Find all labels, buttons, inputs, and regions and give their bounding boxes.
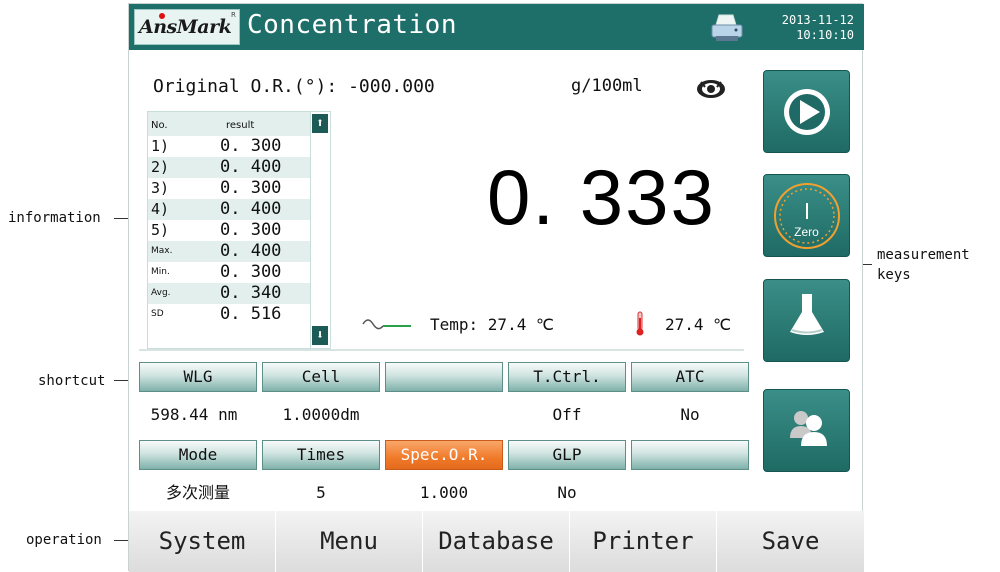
result-row-label: Avg. — [151, 288, 171, 298]
scroll-up-button[interactable]: ⬆ — [312, 114, 328, 133]
atc-value: No — [680, 405, 700, 424]
zero-dial-icon — [774, 183, 840, 249]
datetime: 2013-11-12 10:10:10 — [782, 13, 854, 43]
result-row-min: Min. 0. 300 — [148, 262, 310, 283]
callout-shortcut: shortcut — [38, 373, 106, 389]
page-title: Concentration — [247, 10, 457, 40]
callout-measurement-keys: measurement keys — [877, 246, 1000, 284]
zero-button[interactable]: Zero — [763, 174, 850, 257]
result-row-value: 0. 300 — [220, 220, 282, 240]
result-row-value: 0. 300 — [220, 262, 282, 282]
result-row-label: 3) — [151, 179, 170, 197]
cell-button[interactable]: Cell — [262, 362, 380, 392]
flask-icon — [790, 294, 824, 335]
times-value: 5 — [316, 483, 326, 502]
printer-button[interactable]: Printer — [570, 511, 717, 572]
start-measure-button[interactable] — [763, 70, 850, 153]
printer-icon[interactable] — [709, 12, 745, 44]
results-scrollbar[interactable] — [310, 112, 331, 348]
temp-control-value: Off — [552, 405, 582, 424]
wlg-button[interactable]: WLG — [139, 362, 257, 392]
title-bar: AnsMark R Concentration 2013-11-12 10:10… — [129, 4, 864, 50]
result-row-value: 0. 300 — [220, 178, 282, 198]
spec-or-value: 1.000 — [419, 483, 469, 502]
blank-shortcut-button-2[interactable] — [631, 440, 749, 470]
zero-label: Zero — [794, 225, 819, 239]
mode-value: 多次测量 — [165, 483, 230, 502]
result-row: 1) 0. 300 — [148, 136, 310, 157]
result-row-value: 0. 400 — [220, 241, 282, 261]
glp-value: No — [557, 483, 577, 502]
callout-measurement-keys-line1: measurement — [877, 247, 970, 263]
callout-measurement-keys-line2: keys — [877, 267, 911, 283]
database-button[interactable]: Database — [423, 511, 570, 572]
date-text: 2013-11-12 — [781, 13, 854, 27]
atc-button[interactable]: ATC — [631, 362, 749, 392]
result-row-max: Max. 0. 400 — [148, 241, 310, 262]
temp-control-button[interactable]: T.Ctrl. — [508, 362, 626, 392]
mode-button[interactable]: Mode — [139, 440, 257, 470]
device-screen: AnsMark R Concentration 2013-11-12 10:10… — [128, 3, 864, 572]
wlg-value: 598.44 nm — [150, 405, 238, 424]
original-optical-rotation: Original O.R.(°): -000.000 — [153, 76, 435, 97]
eye-icon[interactable] — [695, 78, 727, 100]
result-row: 3) 0. 300 — [148, 178, 310, 199]
result-row-label: SD — [151, 309, 164, 319]
blank-shortcut-button[interactable] — [385, 362, 503, 392]
menu-button[interactable]: Menu — [276, 511, 423, 572]
save-button[interactable]: Save — [717, 511, 864, 572]
temperature-label: Temp: 27.4 ℃ — [430, 315, 554, 334]
brand-logo: AnsMark R — [134, 9, 240, 45]
user-button[interactable] — [763, 389, 850, 472]
callout-operation: operation — [26, 532, 102, 548]
cell-value: 1.0000dm — [282, 405, 360, 424]
result-row-label: 2) — [151, 158, 170, 176]
spec-or-button[interactable]: Spec.O.R. — [385, 440, 503, 470]
result-row-sd: SD 0. 516 — [148, 304, 310, 325]
unit-label: g/100ml — [571, 76, 643, 96]
logo-text: AnsMark — [139, 16, 232, 38]
result-row: 4) 0. 400 — [148, 199, 310, 220]
results-header-no: No. — [151, 120, 168, 131]
result-row-label: 4) — [151, 200, 170, 218]
result-row-avg: Avg. 0. 340 — [148, 283, 310, 304]
system-button[interactable]: System — [129, 511, 276, 572]
scroll-down-button[interactable]: ⬇ — [312, 326, 328, 345]
thermometer-icon — [636, 311, 644, 336]
operation-bar: System Menu Database Printer Save — [129, 511, 864, 572]
result-row-value: 0. 400 — [220, 157, 282, 177]
logo-registered-mark: R — [231, 11, 236, 19]
divider — [139, 349, 744, 351]
glp-button[interactable]: GLP — [508, 440, 626, 470]
result-row: 5) 0. 300 — [148, 220, 310, 241]
users-icon — [790, 411, 827, 446]
result-row-value: 0. 300 — [220, 136, 282, 156]
wave-icon — [362, 319, 411, 330]
measurement-reading: 0. 333 — [487, 153, 716, 241]
temperature-value: 27.4 ℃ — [665, 315, 732, 334]
result-row-value: 0. 516 — [220, 304, 282, 324]
results-header-row: No. result — [148, 112, 310, 136]
play-icon — [784, 89, 830, 135]
result-row-value: 0. 340 — [220, 283, 282, 303]
results-table: No. result 1) 0. 300 2) 0. 400 3) 0. 300… — [147, 111, 331, 349]
result-row-label: Max. — [151, 246, 173, 256]
result-row-label: 1) — [151, 137, 170, 155]
result-row-label: Min. — [151, 267, 170, 277]
callout-information: information — [8, 210, 101, 226]
result-row: 2) 0. 400 — [148, 157, 310, 178]
times-button[interactable]: Times — [262, 440, 380, 470]
results-header-result: result — [226, 120, 255, 131]
result-row-value: 0. 400 — [220, 199, 282, 219]
sample-tube-button[interactable] — [763, 279, 850, 362]
result-row-label: 5) — [151, 221, 170, 239]
time-text: 10:10:10 — [796, 28, 854, 42]
